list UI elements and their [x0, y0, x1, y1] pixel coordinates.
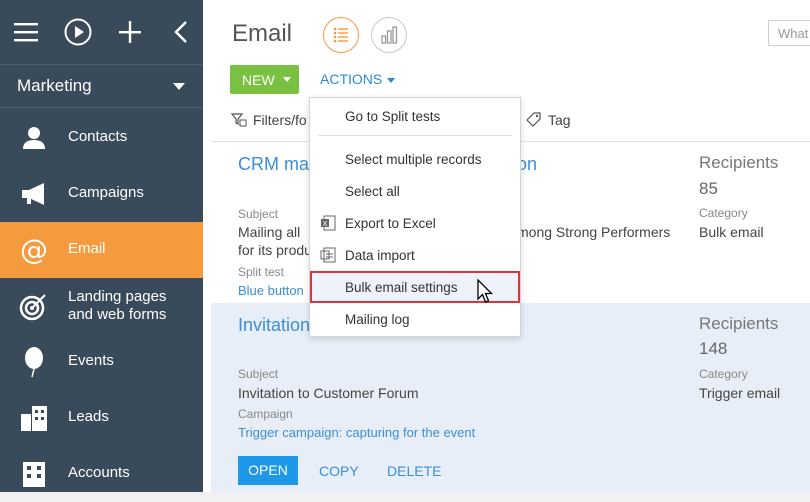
menu-item-go-to-split-tests[interactable]: Go to Split tests: [310, 100, 520, 132]
sidebar-item-campaigns[interactable]: Campaigns: [0, 166, 203, 222]
copy-button[interactable]: COPY: [319, 463, 359, 479]
category-value: Bulk email: [699, 224, 764, 240]
subject-label: Subject: [238, 367, 279, 381]
at-sign-icon: @: [20, 234, 48, 266]
megaphone-icon: [22, 183, 44, 205]
sidebar-item-label: Landing pages and web forms: [68, 288, 166, 324]
caret-down-icon: [283, 77, 291, 82]
sidebar-item-contacts[interactable]: Contacts: [0, 110, 203, 166]
sidebar-item-email[interactable]: @ Email: [0, 222, 203, 278]
filters-label: Filters/fo: [253, 112, 307, 128]
label-line-2: and web forms: [68, 306, 167, 323]
tag-icon: [526, 112, 541, 127]
sidebar-item-landing-pages[interactable]: Landing pages and web forms: [0, 278, 203, 334]
sidebar-item-label: Events: [68, 352, 114, 369]
svg-text:X: X: [323, 220, 328, 228]
menu-item-label: Mailing log: [345, 312, 410, 327]
bar-chart-icon: [380, 25, 397, 44]
menu-item-label: Select all: [345, 184, 400, 199]
sidebar-item-label: Accounts: [68, 464, 130, 481]
subject-label: Subject: [238, 207, 279, 221]
sidebar: Marketing Contacts Campaigns @ Email Lan…: [0, 0, 203, 492]
sidebar-item-label: Leads: [68, 408, 109, 425]
campaign-label: Campaign: [238, 407, 293, 421]
new-button[interactable]: NEW: [230, 65, 299, 94]
excel-icon: X: [321, 215, 336, 231]
sidebar-toolbar: [0, 0, 203, 64]
workspace-label: Marketing: [17, 76, 92, 95]
category-label: Category: [699, 206, 748, 220]
record-title[interactable]: CRM ma: [238, 154, 309, 175]
category-label: Category: [699, 367, 748, 381]
menu-item-label: Select multiple records: [345, 152, 482, 167]
menu-item-select-all[interactable]: Select all: [310, 175, 520, 207]
menu-item-label: Data import: [345, 248, 415, 263]
workspace-selector[interactable]: Marketing: [0, 64, 203, 108]
menu-item-export-to-excel[interactable]: X Export to Excel: [310, 207, 520, 239]
balloon-icon: [25, 347, 43, 378]
actions-button[interactable]: ACTIONS: [320, 71, 396, 87]
split-test-label: Split test: [238, 265, 285, 279]
building-icon: [23, 462, 45, 487]
menu-item-label: Bulk email settings: [345, 280, 458, 295]
subject-value: Mailing all: [238, 224, 301, 240]
hamburger-menu-icon[interactable]: [10, 16, 42, 48]
category-value: Trigger email: [699, 385, 781, 401]
search-input[interactable]: What: [768, 20, 810, 46]
list-icon: [333, 27, 348, 42]
import-icon: [320, 247, 336, 263]
buildings-icon: [21, 406, 47, 431]
subject-value-line2: for its produ: [238, 242, 312, 258]
sidebar-item-events[interactable]: Events: [0, 334, 203, 390]
menu-item-select-multiple-records[interactable]: Select multiple records: [310, 143, 520, 175]
split-test-link[interactable]: Blue button: [238, 283, 304, 298]
chart-view-button[interactable]: [371, 17, 407, 53]
person-icon: [23, 127, 45, 149]
filter-icon: [230, 113, 247, 127]
svg-text:@: @: [20, 234, 48, 266]
sidebar-item-leads[interactable]: Leads: [0, 390, 203, 446]
caret-down-icon: [387, 77, 396, 83]
list-view-button[interactable]: [323, 17, 359, 53]
filters-button[interactable]: Filters/fo: [230, 111, 307, 128]
page-title: Email: [232, 20, 293, 47]
subject-value: Invitation to Customer Forum: [238, 385, 419, 401]
mouse-pointer-icon: [477, 279, 494, 303]
tag-label: Tag: [548, 112, 571, 128]
recipients-label: Recipients: [699, 153, 779, 172]
sidebar-item-label: Contacts: [68, 128, 128, 145]
menu-item-data-import[interactable]: Data import: [310, 239, 520, 271]
sidebar-item-label: Campaigns: [68, 184, 144, 201]
recipients-label: Recipients: [699, 314, 779, 333]
tag-button[interactable]: Tag: [525, 111, 571, 128]
new-button-label: NEW: [242, 72, 275, 88]
recipients-count: 85: [699, 179, 718, 198]
plus-icon[interactable]: [114, 16, 146, 48]
menu-item-label: Go to Split tests: [345, 109, 441, 124]
chevron-down-icon: [173, 83, 185, 90]
label-line-1: Landing pages: [68, 288, 167, 305]
chevron-left-icon[interactable]: [166, 16, 198, 48]
recipients-count: 148: [699, 339, 728, 358]
open-button[interactable]: OPEN: [238, 456, 298, 485]
sidebar-item-accounts[interactable]: Accounts: [0, 446, 203, 502]
menu-item-label: Export to Excel: [345, 216, 436, 231]
record-title[interactable]: Invitation: [238, 315, 310, 336]
subject-value-right: mong Strong Performers: [517, 224, 671, 240]
delete-button[interactable]: DELETE: [387, 463, 441, 479]
campaign-link[interactable]: Trigger campaign: capturing for the even…: [238, 425, 475, 440]
menu-separator: [318, 135, 512, 136]
play-icon[interactable]: [62, 16, 94, 48]
target-icon: [19, 294, 46, 321]
menu-item-mailing-log[interactable]: Mailing log: [310, 303, 520, 335]
actions-button-label: ACTIONS: [320, 71, 383, 87]
sidebar-item-label: Email: [68, 240, 106, 257]
